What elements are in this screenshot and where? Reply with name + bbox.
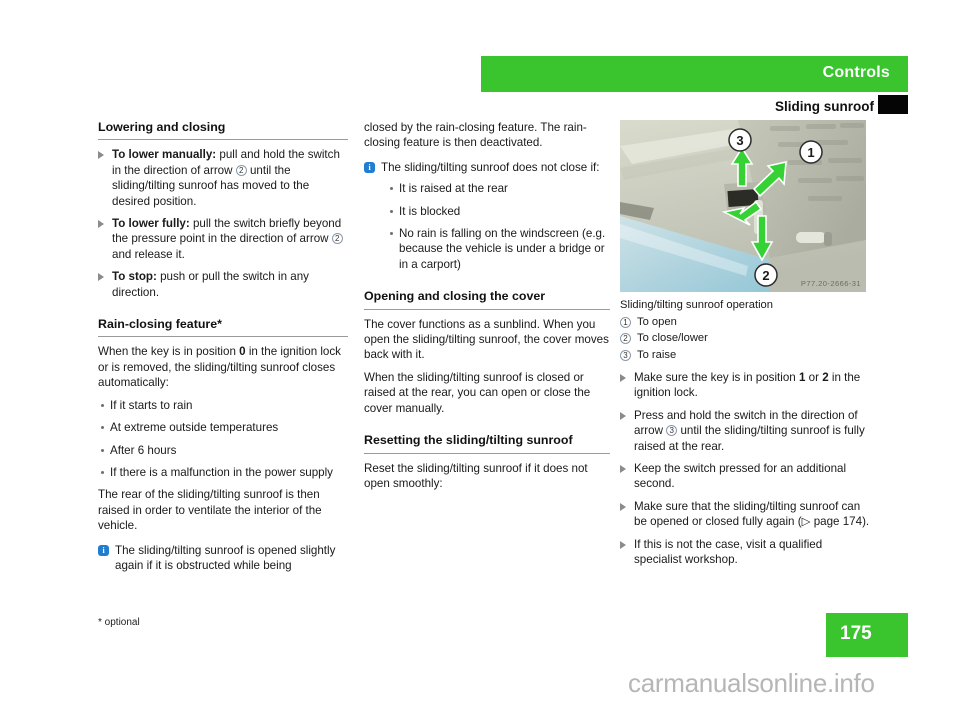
reset-procedure-list: Make sure the key is in position 1 or 2 … [620,370,872,567]
triangle-bullet-icon [620,502,626,511]
triangle-bullet-icon [620,540,626,549]
column-left: Lowering and closing To lower manually: … [98,120,348,580]
dot-bullet-icon [101,403,104,407]
continued-paragraph: closed by the rain-closing feature. The … [364,121,587,150]
circled-number-icon: 1 [620,317,631,329]
photo-illustration: 1 3 2 [620,120,866,292]
dot-bullet-icon [101,426,104,430]
cover-paragraph-2: When the sliding/tilting sunroof is clos… [364,370,591,415]
legend-row: 2 To close/lower [620,331,872,346]
triangle-bullet-icon [98,220,104,229]
section-title: Sliding sunroof [775,99,874,114]
heading-lowering-and-closing: Lowering and closing [98,120,348,141]
list-item: It is blocked [387,204,610,219]
step-text-b: and release it. [112,247,185,261]
legend-row: 3 To raise [620,348,872,363]
site-watermark: carmanualsonline.info [628,668,875,698]
intro-text-a: When the key is in position [98,345,240,359]
legend-row: 1 To open [620,315,872,330]
column-right-steps: Make sure the key is in position 1 or 2 … [620,370,872,574]
list-item: After 6 hours [98,443,348,458]
column-middle: closed by the rain-closing feature. The … [364,120,610,498]
circled-number-icon: 2 [235,164,247,176]
info-icon: i [364,161,375,173]
condition-text: It is raised at the rear [399,182,508,196]
legend-text: To close/lower [637,332,708,345]
rain-closing-intro: When the key is in position 0 in the ign… [98,344,348,390]
photo-callout-2: 2 [762,268,769,283]
info-note: i The sliding/tilting sunroof does not c… [364,160,610,272]
cover-paragraph-1: The cover functions as a sunblind. When … [364,317,609,362]
step-lead: To stop: [112,270,157,284]
step-lead: To lower manually: [112,148,217,162]
step-text-a: If this is not the case, visit a qualifi… [634,537,823,567]
legend-caption: Sliding/tilting sunroof operation [620,299,773,311]
list-item: To lower manually: pull and hold the swi… [98,147,348,209]
photo-callout-3: 3 [736,133,743,148]
info-note: i The sliding/tilting sunroof is opened … [98,543,348,574]
step-text-a: Make sure that the sliding/tilting sunro… [634,499,870,529]
list-item: Make sure that the sliding/tilting sunro… [620,499,872,530]
condition-text: At extreme outside temperatures [110,421,279,435]
rear-raise-paragraph: The rear of the sliding/tilting sunroof … [98,488,322,533]
condition-text: If it starts to rain [110,398,193,412]
circled-number-icon: 3 [620,349,631,361]
page-number: 175 [840,623,872,644]
list-item: Make sure the key is in position 1 or 2 … [620,370,872,401]
step-text-mid: or [805,371,823,384]
list-item: If it starts to rain [98,398,348,413]
triangle-bullet-icon [98,273,104,282]
step-lead: To lower fully: [112,217,190,231]
triangle-bullet-icon [620,411,626,420]
thumb-index-tab [878,95,908,114]
list-item: If there is a malfunction in the power s… [98,465,348,480]
heading-rain-closing-feature: Rain-closing feature* [98,317,348,338]
heading-opening-and-closing-cover: Opening and closing the cover [364,289,610,310]
footnote-optional: * optional [98,617,140,628]
rain-closing-conditions-list: If it starts to rain At extreme outside … [98,398,348,481]
circled-number-icon: 3 [666,425,678,437]
photo-legend: Sliding/tilting sunroof operation 1 To o… [620,298,872,364]
dot-bullet-icon [390,232,393,236]
list-item: At extreme outside temperatures [98,420,348,435]
list-item: If this is not the case, visit a qualifi… [620,537,872,568]
heading-resetting-sunroof: Resetting the sliding/tilting sunroof [364,433,610,454]
step-text-a: Make sure the key is in position [634,371,799,384]
dot-bullet-icon [390,187,393,191]
condition-text: It is blocked [399,204,461,218]
list-item: Keep the switch pressed for an additiona… [620,461,872,492]
condition-text: No rain is falling on the windscreen (e.… [399,227,606,271]
dot-bullet-icon [101,448,104,452]
info-note-text: The sliding/tilting sunroof does not clo… [381,160,600,174]
triangle-bullet-icon [620,465,626,474]
circled-number-icon: 2 [331,233,343,245]
photo-callout-1: 1 [807,145,814,160]
legend-text: To open [637,316,677,329]
no-close-conditions-list: It is raised at the rear It is blocked N… [387,181,610,272]
triangle-bullet-icon [98,151,104,160]
step-text-a: Keep the switch pressed for an additiona… [634,462,847,491]
page-number-box: 175 [826,613,908,657]
list-item: No rain is falling on the windscreen (e.… [387,226,610,272]
condition-text: After 6 hours [110,443,177,457]
list-item: Press and hold the switch in the directi… [620,408,872,454]
info-icon: i [98,544,109,556]
triangle-bullet-icon [620,374,626,382]
dot-bullet-icon [101,470,104,474]
dot-bullet-icon [390,209,393,213]
legend-text: To raise [637,348,677,361]
info-note-text: The sliding/tilting sunroof is opened sl… [115,543,336,572]
resetting-paragraph: Reset the sliding/tilting sunroof if it … [364,461,588,490]
list-item: To lower fully: pull the switch briefly … [98,216,348,262]
manual-page: Controls Sliding sunroof Lowering and cl… [0,0,960,708]
chapter-header-bar: Controls [481,56,908,92]
list-item: To stop: push or pull the switch in any … [98,269,348,300]
photo-reference-code: P77.20-2666-31 [800,279,861,288]
circled-number-icon: 2 [620,333,631,345]
chapter-title: Controls [822,64,890,81]
sunroof-switch-photo: 1 3 2 P77.20-2666-31 [620,120,866,292]
condition-text: If there is a malfunction in the power s… [110,465,333,479]
list-item: It is raised at the rear [387,181,610,196]
lowering-steps-list: To lower manually: pull and hold the swi… [98,147,348,300]
